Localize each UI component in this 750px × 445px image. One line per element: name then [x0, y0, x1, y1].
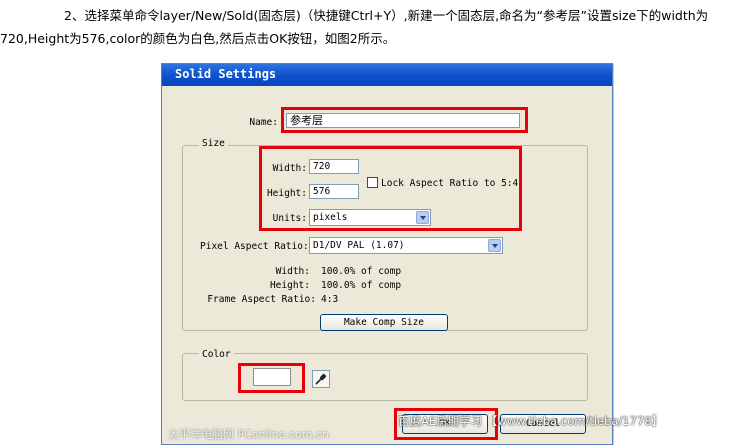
chevron-down-icon[interactable] [488, 239, 501, 252]
solid-settings-dialog: Solid Settings Name: 参考层 Size Width: 720… [161, 63, 613, 445]
color-group-label: Color [199, 349, 234, 360]
info-height-value: 100.0% of comp [321, 280, 402, 291]
color-highlight [238, 363, 305, 393]
watermark-left: 太平洋电脑网 PConline.com.cn [168, 428, 329, 441]
instruction-text: 2、选择菜单命令layer/New/Sold(固态层)（快捷键Ctrl+Y）,新… [0, 4, 750, 50]
watermark-right: 百度AE后期学习 【www.tieba.com/tieba/1778】 [398, 414, 664, 428]
eyedropper-button[interactable] [312, 370, 330, 388]
instruction-line-1: 2、选择菜单命令layer/New/Sold(固态层)（快捷键Ctrl+Y）,新… [64, 8, 709, 23]
eyedropper-icon [315, 373, 327, 385]
dialog-titlebar[interactable]: Solid Settings [162, 64, 612, 86]
pixel-aspect-value: D1/DV PAL (1.07) [313, 240, 405, 251]
size-highlight [259, 146, 522, 231]
info-width-value: 100.0% of comp [321, 266, 402, 277]
instruction-line-2: 720,Height为576,color的颜色为白色,然后点击OK按钮，如图2所… [0, 31, 396, 46]
name-label: Name: [249, 117, 278, 128]
make-comp-size-button[interactable]: Make Comp Size [320, 314, 448, 331]
pixel-aspect-select[interactable]: D1/DV PAL (1.07) [309, 237, 503, 254]
info-width-label: Width: [275, 266, 310, 277]
size-group-label: Size [199, 138, 228, 149]
dialog-title: Solid Settings [175, 67, 277, 81]
pixel-aspect-label: Pixel Aspect Ratio: [200, 241, 309, 252]
name-highlight [281, 107, 528, 133]
info-height-label: Height: [269, 280, 310, 291]
info-frame-value: 4:3 [321, 294, 339, 305]
info-frame-label: Frame Aspect Ratio: [207, 294, 316, 305]
